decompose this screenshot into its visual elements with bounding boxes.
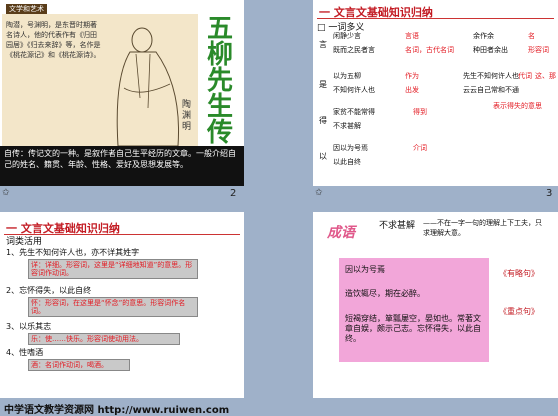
- row-char-shi: 是: [319, 80, 327, 89]
- item-3-question: 3、以乐其志: [6, 322, 52, 331]
- item-1-question: 1、先生不知何许人也，亦不详其姓字: [6, 248, 140, 257]
- row-char-de: 得: [319, 116, 327, 125]
- slide-2-page: 3: [546, 188, 553, 199]
- item-3-answer: 乐：使……快乐。形容词使动用法。: [28, 333, 180, 345]
- row-yan-ra: 言语: [405, 32, 419, 40]
- row-de-ra: 得到: [413, 108, 427, 116]
- row-yi-b: 以此自终: [333, 158, 361, 166]
- row-shi-rd: 这、那: [535, 72, 556, 80]
- quote-box: 因以为号焉 造饮辄尽，期在必醉。 短褐穿结，箪瓢屡空，晏如也。常著文章自娱，颇示…: [339, 258, 489, 362]
- item-2-question: 2、忘怀得失，以此自终: [6, 286, 92, 295]
- item-2-answer: 怀：形容词，在这里是“怀念”的意思。形容词作名词。: [28, 297, 198, 317]
- row-yan-rb: 名词，古代名词: [405, 46, 454, 54]
- slide-2[interactable]: 一 文言文基础知识归纳 □ 一词多义 言 闲静少言 既而之民者言 言语 名词，古…: [313, 0, 558, 186]
- slide-1-scroll: 陶潜，号渊明，是东晋时期著名诗人，他的代表作有《归田园居》《归去来辞》等，名作是…: [2, 14, 198, 150]
- item-4-answer: 酒：名词作动词，喝酒。: [28, 359, 130, 371]
- row-shi-rb: 出发: [405, 86, 419, 94]
- tag-sentence-1: 《有略句》: [499, 269, 539, 278]
- footer-site[interactable]: 中学语文教学资源网 http://www.ruiwen.com: [4, 401, 229, 416]
- row-shi-d: 云云自己常和不通: [463, 86, 519, 94]
- slide-1[interactable]: 文学和艺术 陶潜，号渊明，是东晋时期著名诗人，他的代表作有《归田园居》《归去来辞…: [0, 0, 244, 186]
- row-yan-c: 余作余: [473, 32, 494, 40]
- row-yan-rc: 名: [528, 32, 535, 40]
- slide-4[interactable]: 成语 不求甚解 ——不在一字一句的理解上下工夫，只求理解大意。 因以为号焉 造饮…: [313, 212, 558, 398]
- slide-1-intro: 陶潜，号渊明，是东晋时期著名诗人，他的代表作有《归田园居》《归去来辞》等，名作是…: [6, 21, 101, 59]
- slide-3-section: 词类活用: [6, 237, 43, 247]
- row-yan-d: 种田者余出: [473, 46, 508, 54]
- row-yi-a: 因以为号焉: [333, 144, 368, 152]
- portrait-name: 陶渊明: [182, 100, 192, 132]
- item-4-question: 4、性嗜酒: [6, 348, 44, 357]
- item-1-answer: 详：详细。形容词，这里是“详细地知道”的意思。形容词作动词。: [28, 259, 198, 279]
- row-de-b: 不求甚解: [333, 122, 361, 130]
- row-shi-rc: 代词: [518, 72, 532, 80]
- tag-sentence-2: 《重点句》: [499, 307, 539, 316]
- idiom-title: 不求甚解: [379, 221, 416, 231]
- slide-1-page: 2: [230, 188, 237, 199]
- idiom-badge: 成语: [327, 225, 355, 241]
- slide-3[interactable]: 一 文言文基础知识归纳 词类活用 1、先生不知何许人也，亦不详其姓字 详：详细。…: [0, 212, 244, 398]
- slide-1-tag: 文学和艺术: [6, 4, 47, 14]
- slide-1-title: 五 柳 先 生 传: [206, 14, 233, 148]
- row-yan-rd: 形容词: [528, 46, 549, 54]
- slide-1-star-icon: ✩: [2, 188, 10, 198]
- slide-2-star-icon: ✩: [315, 188, 323, 198]
- row-shi-b: 不知何许人也: [333, 86, 375, 94]
- row-char-yi: 以: [319, 152, 327, 161]
- row-shi-c: 先生不知何许人也: [463, 72, 519, 80]
- row-yan-a: 闲静少言: [333, 32, 361, 40]
- row-yi-ra: 介词: [413, 144, 427, 152]
- slide-1-note: 自传：传记文的一种。是叙作者自己生平经历的文章。一般介绍自己的姓名、籍贯、年龄、…: [0, 146, 244, 186]
- row-shi-a: 以为五柳: [333, 72, 361, 80]
- row-shi-ra: 作为: [405, 72, 419, 80]
- row-de-rc: 表示得失的意思: [493, 102, 542, 110]
- row-yan-b: 既而之民者言: [333, 46, 375, 54]
- row-de-a: 家贫不能常得: [333, 108, 375, 116]
- idiom-definition: ——不在一字一句的理解上下工夫，只求理解大意。: [423, 219, 542, 237]
- row-char-yan: 言: [319, 40, 327, 49]
